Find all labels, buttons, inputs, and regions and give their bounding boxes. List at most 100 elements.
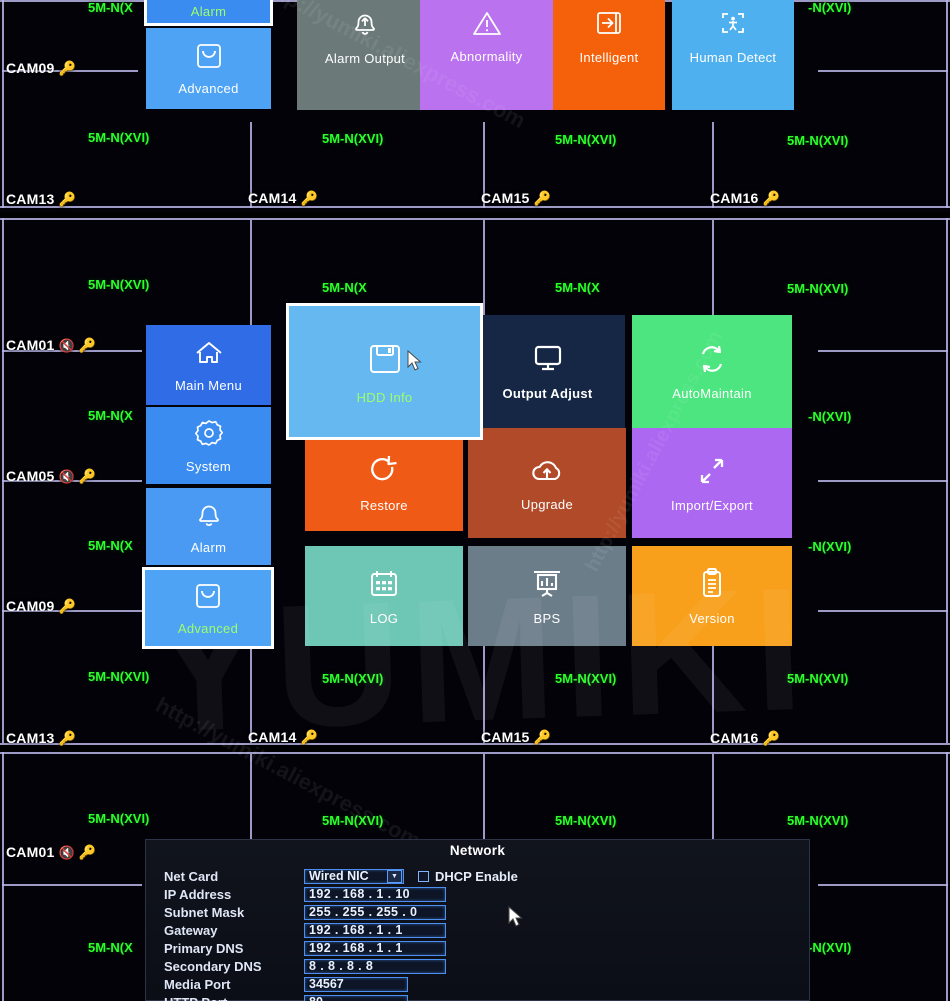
warning-triangle-icon	[469, 7, 505, 42]
menu-tile-label: Abnormality	[450, 48, 523, 64]
menu-tile-intelligent[interactable]: Intelligent	[553, 0, 665, 110]
dhcp-enable-label: DHCP Enable	[435, 868, 518, 884]
key-icon: 🔑	[58, 60, 77, 76]
menu-tile-label: Advanced	[178, 81, 239, 96]
mute-icon: 🔇	[58, 337, 75, 353]
cam-label-cam01: CAM01 🔇 🔑	[6, 337, 97, 353]
resolution-label: 5M-N(X	[322, 280, 367, 295]
menu-tile-label: Alarm	[190, 540, 227, 555]
menu-tile-alarm[interactable]: Alarm	[146, 488, 271, 565]
cam-label-cam14: CAM14 🔑	[248, 729, 318, 745]
resolution-label: 5M-N(XVI)	[322, 671, 384, 686]
resolution-label: -N(XVI)	[808, 0, 852, 15]
menu-tile-restore[interactable]: Restore	[305, 436, 463, 531]
tool-basket-icon	[192, 41, 226, 74]
menu-tile-label: Version	[689, 610, 735, 626]
cam-label-cam16: CAM16 🔑	[710, 190, 780, 206]
field-row-primary-dns: Primary DNS 192 . 168 . 1 . 1	[164, 940, 446, 956]
field-label: HTTP Port	[164, 995, 304, 1001]
menu-tile-label: Advanced	[177, 620, 239, 636]
menu-tile-label: Alarm Output	[324, 50, 406, 66]
cam-name: CAM09	[6, 60, 55, 76]
key-icon: 🔑	[300, 729, 319, 745]
cam-label-cam05: CAM05 🔇 🔑	[6, 468, 97, 484]
resolution-label: 5M-N(X	[555, 280, 600, 295]
menu-tile-advanced[interactable]: Advanced	[142, 567, 274, 649]
bell-icon	[192, 498, 226, 533]
gateway-value: 192 . 168 . 1 . 1	[309, 922, 403, 937]
restore-arrow-icon	[365, 454, 403, 491]
menu-tile-alarm-top[interactable]: Alarm	[144, 0, 273, 26]
ip-address-input[interactable]: 192 . 168 . 1 . 10	[304, 886, 446, 902]
cam-label-cam15: CAM15 🔑	[481, 729, 551, 745]
secondary-dns-input[interactable]: 8 . 8 . 8 . 8	[304, 958, 446, 974]
menu-tile-version[interactable]: Version	[632, 546, 792, 646]
menu-tile-upgrade[interactable]: Upgrade	[468, 428, 626, 538]
menu-tile-label: Main Menu	[174, 377, 242, 393]
menu-tile-human-detect[interactable]: Human Detect	[672, 0, 794, 110]
dvr-screen-capture: YUMIKI http://yumiki.aliexpress.com http…	[0, 0, 950, 1001]
media-port-value: 34567	[309, 976, 344, 991]
menu-tile-log[interactable]: LOG	[305, 546, 463, 646]
dhcp-enable-checkbox[interactable]	[418, 870, 429, 882]
gateway-input[interactable]: 192 . 168 . 1 . 1	[304, 922, 446, 938]
person-bracket-icon	[716, 6, 750, 43]
resolution-label: 5M-N(XVI)	[555, 132, 617, 147]
menu-tile-label: HDD Info	[356, 390, 413, 405]
cam-name: CAM14	[248, 729, 297, 745]
menu-tile-bps[interactable]: BPS	[468, 546, 626, 646]
cam-name: CAM01	[6, 337, 55, 353]
primary-dns-input[interactable]: 192 . 168 . 1 . 1	[304, 940, 446, 956]
bar-chart-board-icon	[528, 567, 566, 604]
cam-name: CAM05	[6, 468, 55, 484]
cloud-upload-icon	[527, 455, 567, 490]
key-icon: 🔑	[300, 190, 319, 206]
resolution-label: 5M-N(XVI)	[555, 671, 617, 686]
resolution-label: 5M-N(XVI)	[787, 813, 849, 828]
resolution-label: -N(XVI)	[808, 409, 852, 424]
subnet-mask-input[interactable]: 255 . 255 . 255 . 0	[304, 904, 446, 920]
menu-tile-label: AutoMaintain	[672, 386, 752, 401]
net-card-select[interactable]: Wired NIC ▼	[304, 868, 404, 884]
key-icon: 🔑	[78, 844, 97, 860]
primary-dns-value: 192 . 168 . 1 . 1	[309, 940, 403, 955]
http-port-input[interactable]: 80	[304, 994, 408, 1001]
cam-label-cam13: CAM13 🔑	[6, 191, 76, 207]
menu-tile-system[interactable]: System	[146, 407, 271, 484]
resolution-label: 5M-N(XVI)	[88, 811, 150, 826]
cam-name: CAM09	[6, 598, 55, 614]
monitor-icon	[528, 342, 568, 379]
clipboard-icon	[694, 567, 730, 604]
chevron-down-icon[interactable]: ▼	[387, 869, 402, 883]
http-port-value: 80	[309, 996, 323, 1001]
cam-label-cam09: CAM09 🔑	[6, 60, 76, 76]
media-port-input[interactable]: 34567	[304, 976, 408, 992]
key-icon: 🔑	[533, 729, 552, 745]
menu-tile-main-menu[interactable]: Main Menu	[146, 325, 271, 405]
arrow-into-box-icon	[592, 6, 626, 43]
menu-tile-output-adjust[interactable]: Output Adjust	[470, 315, 625, 428]
key-icon: 🔑	[58, 598, 77, 614]
menu-tile-advanced-top[interactable]: Advanced	[146, 28, 271, 109]
secondary-dns-value: 8 . 8 . 8 . 8	[309, 958, 374, 973]
net-card-value: Wired NIC	[309, 868, 369, 883]
resolution-label: 5M-N(X	[88, 940, 133, 955]
menu-tile-label: BPS	[533, 610, 561, 626]
cam-name: CAM15	[481, 190, 530, 206]
resolution-label: 5M-N(XVI)	[88, 277, 150, 292]
mute-icon: 🔇	[58, 844, 75, 860]
field-row-ip-address: IP Address 192 . 168 . 1 . 10	[164, 886, 446, 902]
resolution-label: 5M-N(XVI)	[322, 131, 384, 146]
field-row-gateway: Gateway 192 . 168 . 1 . 1	[164, 922, 446, 938]
menu-tile-label: Restore	[360, 498, 408, 513]
resolution-label: 5M-N(X	[88, 0, 133, 15]
key-icon: 🔑	[762, 730, 781, 746]
menu-tile-hdd-info[interactable]: HDD Info	[286, 303, 483, 440]
calendar-icon	[365, 567, 403, 604]
menu-tile-alarm-output[interactable]: Alarm Output	[297, 0, 433, 110]
cam-label-cam14: CAM14 🔑	[248, 190, 318, 206]
menu-tile-abnormality[interactable]: Abnormality	[420, 0, 553, 110]
menu-tile-import-export[interactable]: Import/Export	[632, 428, 792, 538]
key-icon: 🔑	[78, 337, 97, 353]
menu-tile-automaintain[interactable]: AutoMaintain	[632, 315, 792, 428]
